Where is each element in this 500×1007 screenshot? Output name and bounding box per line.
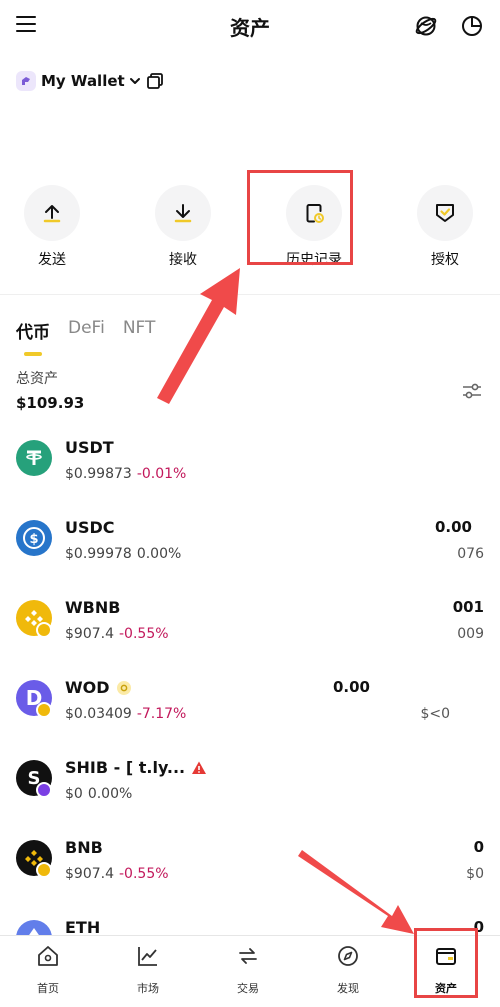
wallet-selector[interactable]: My Wallet [16, 68, 142, 94]
token-balance-usd: 076 [457, 546, 484, 562]
home-icon [38, 946, 58, 966]
token-row-usdt[interactable]: USDT $0.99873 -0.01% [0, 420, 500, 500]
annotation-highlight-assets [414, 928, 478, 998]
annotation-highlight-history [247, 170, 353, 265]
token-change: 0.00% [136, 546, 182, 562]
token-balance: 0.00 [434, 518, 472, 536]
network-globe-icon[interactable] [414, 14, 438, 38]
token-symbol: BNB [65, 838, 103, 857]
swap-icon [239, 948, 257, 964]
token-change: -0.55% [119, 626, 169, 642]
token-price-row: $0.99873 -0.01% [65, 466, 186, 482]
nav-home[interactable]: 首页 [8, 944, 88, 996]
token-price: $907.4 [65, 626, 114, 642]
token-balance-usd: 009 [457, 626, 484, 642]
usdc-logo-icon: $ [16, 520, 52, 556]
token-row-usdc[interactable]: $ USDC $0.99978 0.00% 0.00 076 [0, 500, 500, 580]
copy-icon[interactable] [146, 72, 164, 90]
nav-trade[interactable]: 交易 [208, 944, 288, 996]
app-header: 资产 [0, 0, 500, 52]
token-balance-usd: $<0 [420, 706, 450, 722]
token-price-row: $0.99978 0.00% [65, 546, 181, 562]
chevron-down-icon [129, 78, 140, 84]
token-change: -0.55% [119, 866, 169, 882]
portfolio-pie-icon[interactable] [460, 14, 484, 38]
token-price-row: $907.4 -0.55% [65, 866, 169, 882]
bnb-chain-badge-icon [36, 862, 52, 878]
token-change: -7.17% [136, 706, 187, 722]
token-balance-usd: $0 [466, 866, 484, 882]
receive-button[interactable]: 接收 [143, 185, 223, 269]
token-change: 0.00% [87, 786, 133, 802]
token-change: -0.01% [136, 466, 187, 482]
nav-market[interactable]: 市场 [108, 944, 188, 996]
chart-icon [138, 947, 157, 966]
active-tab-indicator [24, 352, 42, 356]
tab-defi[interactable]: DeFi [68, 318, 105, 348]
token-price-row: $0.03409 -7.17% [65, 706, 186, 722]
token-price: $0.99873 [65, 466, 132, 482]
total-assets-value: $109.93 [16, 394, 85, 412]
svg-text:$: $ [29, 532, 38, 547]
token-symbol: WOD [65, 678, 132, 697]
nav-home-label: 首页 [37, 982, 59, 995]
token-symbol: SHIB - [ t.ly... [65, 758, 207, 777]
tab-tokens[interactable]: 代币 [16, 318, 50, 348]
token-price-row: $907.4 -0.55% [65, 626, 169, 642]
compass-icon [338, 946, 358, 966]
warning-icon [192, 761, 207, 774]
verified-at-icon [116, 680, 131, 695]
token-balance: 0.00 [332, 678, 370, 696]
tab-nft[interactable]: NFT [123, 318, 156, 348]
authorize-label: 授权 [431, 252, 459, 268]
filter-sliders-icon[interactable] [461, 380, 483, 402]
asset-tabs: 代币 DeFi NFT [16, 318, 173, 348]
wallet-name: My Wallet [41, 72, 125, 90]
token-price: $0.03409 [65, 706, 132, 722]
bnb-chain-badge-icon [36, 622, 52, 638]
token-balance: 001 [452, 598, 484, 616]
token-row-shib[interactable]: S SHIB - [ t.ly... $0 0.00% [0, 740, 500, 820]
token-symbol-text: WOD [65, 678, 110, 697]
shield-check-icon [417, 185, 473, 241]
bnb-chain-badge-icon [36, 702, 52, 718]
token-balance: 0 [473, 838, 484, 856]
usdt-logo-icon [16, 440, 52, 476]
nav-discover[interactable]: 发现 [308, 944, 388, 996]
receive-icon [155, 185, 211, 241]
token-row-wbnb[interactable]: WBNB $907.4 -0.55% 001 009 [0, 580, 500, 660]
token-price: $0 [65, 786, 83, 802]
token-symbol: USDT [65, 438, 114, 457]
wallet-avatar-icon [16, 71, 36, 91]
token-row-bnb[interactable]: BNB $907.4 -0.55% 0 $0 [0, 820, 500, 900]
section-divider [0, 294, 500, 295]
token-symbol: WBNB [65, 598, 121, 617]
chain-badge-icon [36, 782, 52, 798]
receive-label: 接收 [169, 252, 197, 268]
nav-trade-label: 交易 [237, 982, 259, 995]
total-assets-label: 总资产 [16, 371, 58, 387]
token-price: $0.99978 [65, 546, 132, 562]
token-price: $907.4 [65, 866, 114, 882]
send-label: 发送 [38, 252, 66, 268]
nav-market-label: 市场 [137, 982, 159, 995]
token-row-wod[interactable]: D WOD $0.03409 -7.17% 0.00 $<0 [0, 660, 500, 740]
nav-discover-label: 发现 [337, 982, 359, 995]
token-symbol: USDC [65, 518, 115, 537]
token-price-row: $0 0.00% [65, 786, 132, 802]
token-symbol-text: SHIB - [ t.ly... [65, 758, 186, 777]
send-icon [24, 185, 80, 241]
authorize-button[interactable]: 授权 [405, 185, 485, 269]
send-button[interactable]: 发送 [12, 185, 92, 269]
token-list: USDT $0.99873 -0.01% $ USDC $0.99978 0.00%… [0, 420, 500, 980]
